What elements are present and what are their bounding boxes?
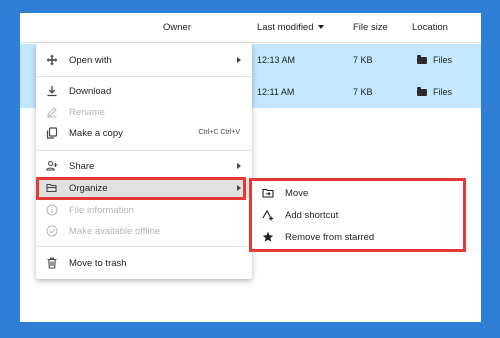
- column-file-size[interactable]: File size: [353, 22, 388, 33]
- row-modified: 12:13 AM: [257, 55, 296, 65]
- sort-down-icon: [317, 25, 324, 29]
- menu-item-label: Move to trash: [69, 258, 127, 269]
- row-modified: 12:11 AM: [257, 87, 295, 97]
- menu-divider: [36, 150, 252, 151]
- chevron-right-icon: [237, 163, 241, 169]
- menu-item-label: Rename: [69, 107, 105, 118]
- column-owner[interactable]: Owner: [163, 22, 191, 33]
- menu-item-label: Open with: [69, 55, 112, 66]
- menu-item-label: File information: [69, 205, 134, 216]
- menu-item-move-to-trash[interactable]: Move to trash: [36, 253, 252, 273]
- column-last-modified[interactable]: Last modified: [257, 22, 324, 33]
- row-location-label: Files: [433, 87, 453, 97]
- menu-item-make-copy[interactable]: Make a copy Ctrl+C Ctrl+V: [36, 123, 252, 143]
- menu-item-rename: Rename: [36, 102, 252, 122]
- row-location: Files: [417, 87, 452, 97]
- menu-item-file-information: File information: [36, 200, 252, 220]
- menu-divider: [36, 76, 252, 77]
- folder-icon: [417, 87, 427, 96]
- submenu-highlight-box: [249, 178, 466, 252]
- download-icon: [46, 85, 58, 97]
- info-icon: [46, 204, 58, 216]
- person-add-icon: [46, 160, 58, 172]
- row-location-label: Files: [433, 55, 453, 65]
- move-arrows-icon: [46, 54, 58, 66]
- menu-item-shortcut: Ctrl+C Ctrl+V: [198, 129, 240, 136]
- copy-icon: [46, 127, 58, 139]
- menu-item-download[interactable]: Download: [36, 81, 252, 101]
- row-size: 7 KB: [353, 55, 373, 65]
- pencil-icon: [46, 106, 58, 118]
- menu-item-label: Make a copy: [69, 128, 123, 139]
- chevron-right-icon: [237, 57, 241, 63]
- menu-divider: [36, 246, 252, 247]
- trash-icon: [46, 257, 58, 269]
- menu-item-label: Download: [69, 86, 112, 97]
- column-location[interactable]: Location: [412, 22, 448, 33]
- row-location: Files: [417, 55, 452, 65]
- menu-item-label: Share: [69, 161, 95, 172]
- column-header-row: Owner Last modified File size Location: [20, 13, 481, 43]
- menu-item-share[interactable]: Share: [36, 156, 252, 176]
- folder-icon: [417, 55, 427, 64]
- menu-item-open-with[interactable]: Open with: [36, 50, 252, 70]
- context-menu: Open with Download Rename Make a copy Ct…: [36, 43, 252, 279]
- offline-icon: [46, 225, 58, 237]
- menu-item-make-offline: Make available offline: [36, 221, 252, 241]
- column-last-modified-label: Last modified: [257, 22, 314, 33]
- organize-highlight-box: [36, 177, 246, 200]
- menu-item-label: Make available offline: [69, 226, 161, 237]
- row-size: 7 KB: [353, 87, 373, 97]
